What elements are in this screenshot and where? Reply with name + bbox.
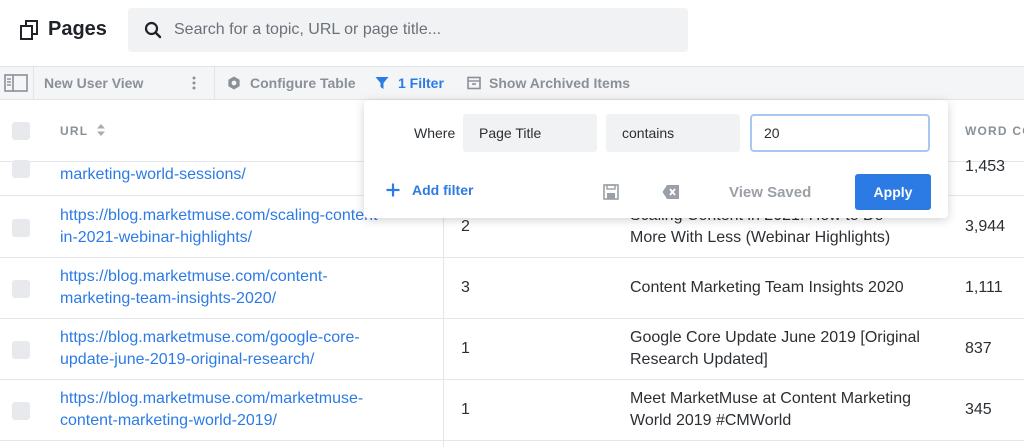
row-word-count: 345: [965, 401, 992, 418]
filter-value-input[interactable]: [750, 114, 930, 152]
filter-funnel-icon: [375, 77, 389, 89]
row-checkbox[interactable]: [12, 341, 30, 359]
show-archived-label: Show Archived Items: [489, 75, 631, 91]
search-icon: [144, 21, 162, 39]
table-row[interactable]: https://blog.marketmuse.com/content-mark…: [0, 258, 1024, 319]
add-filter-button[interactable]: Add filter: [386, 182, 473, 198]
url-column-header[interactable]: URL: [60, 124, 105, 138]
row-page-title: Google Core Update June 2019 [Original Re…: [630, 329, 920, 368]
row-count: 2: [461, 218, 470, 235]
row-count: 1: [461, 401, 470, 418]
user-view-selector[interactable]: New User View: [44, 67, 143, 99]
search-bar[interactable]: [128, 8, 688, 52]
pages-icon: [20, 20, 38, 40]
filter-button[interactable]: 1 Filter: [375, 67, 444, 99]
row-checkbox[interactable]: [12, 280, 30, 298]
row-page-title: Content Marketing Team Insights 2020: [630, 279, 904, 296]
clear-filter-icon[interactable]: [662, 184, 680, 200]
save-icon[interactable]: [602, 184, 620, 200]
row-checkbox[interactable]: [12, 402, 30, 420]
page-title: Pages: [48, 18, 107, 40]
select-all-checkbox[interactable]: [12, 122, 30, 140]
view-panel-toggle[interactable]: [4, 67, 28, 99]
row-count: 3: [461, 279, 470, 296]
table-toolbar: New User View Configure Table 1 Filter S…: [0, 66, 1024, 100]
configure-table-label: Configure Table: [250, 75, 356, 91]
row-count: 1: [461, 340, 470, 357]
sort-icon: [96, 124, 105, 136]
row-word-count: 1,453: [965, 158, 1006, 175]
toolbar-divider: [214, 67, 215, 99]
apply-button[interactable]: Apply: [855, 174, 931, 210]
page-header: Pages: [0, 0, 1024, 64]
row-page-title: Meet MarketMuse at Content Marketing Worl…: [630, 390, 912, 429]
where-label: Where: [414, 125, 456, 141]
more-options-button[interactable]: [188, 67, 200, 99]
panel-icon: [4, 74, 28, 92]
row-word-count: 837: [965, 340, 992, 357]
filter-field-select[interactable]: Page Title: [463, 114, 597, 152]
configure-table-button[interactable]: Configure Table: [227, 67, 356, 99]
kebab-menu-icon: [192, 76, 196, 90]
search-input[interactable]: [174, 8, 674, 52]
row-checkbox[interactable]: [12, 160, 30, 178]
row-word-count: 1,111: [965, 279, 1003, 296]
word-count-column-header[interactable]: WORD CO: [965, 124, 1024, 138]
show-archived-button[interactable]: Show Archived Items: [467, 67, 630, 99]
filter-count-label: 1 Filter: [398, 75, 444, 91]
toolbar-divider: [33, 67, 34, 99]
row-checkbox[interactable]: [12, 219, 30, 237]
row-url-link[interactable]: https://blog.marketmuse.com/content-mark…: [60, 266, 420, 310]
table-row[interactable]: https://blog.marketmuse.com/marketmuse-c…: [0, 380, 1024, 441]
add-filter-label: Add filter: [412, 182, 474, 198]
plus-icon: [386, 183, 400, 197]
filter-operator-select[interactable]: contains: [606, 114, 740, 152]
archive-icon: [467, 76, 481, 90]
filter-popover: Where Page Title contains Add filter Vie…: [364, 100, 948, 218]
row-word-count: 3,944: [965, 218, 1006, 235]
row-url-link[interactable]: https://blog.marketmuse.com/google-core-…: [60, 327, 420, 371]
row-url-link[interactable]: https://blog.marketmuse.com/marketmuse-c…: [60, 388, 420, 432]
view-saved-button[interactable]: View Saved: [729, 184, 811, 201]
gear-icon: [228, 76, 240, 90]
table-row[interactable]: https://blog.marketmuse.com/google-core-…: [0, 319, 1024, 380]
